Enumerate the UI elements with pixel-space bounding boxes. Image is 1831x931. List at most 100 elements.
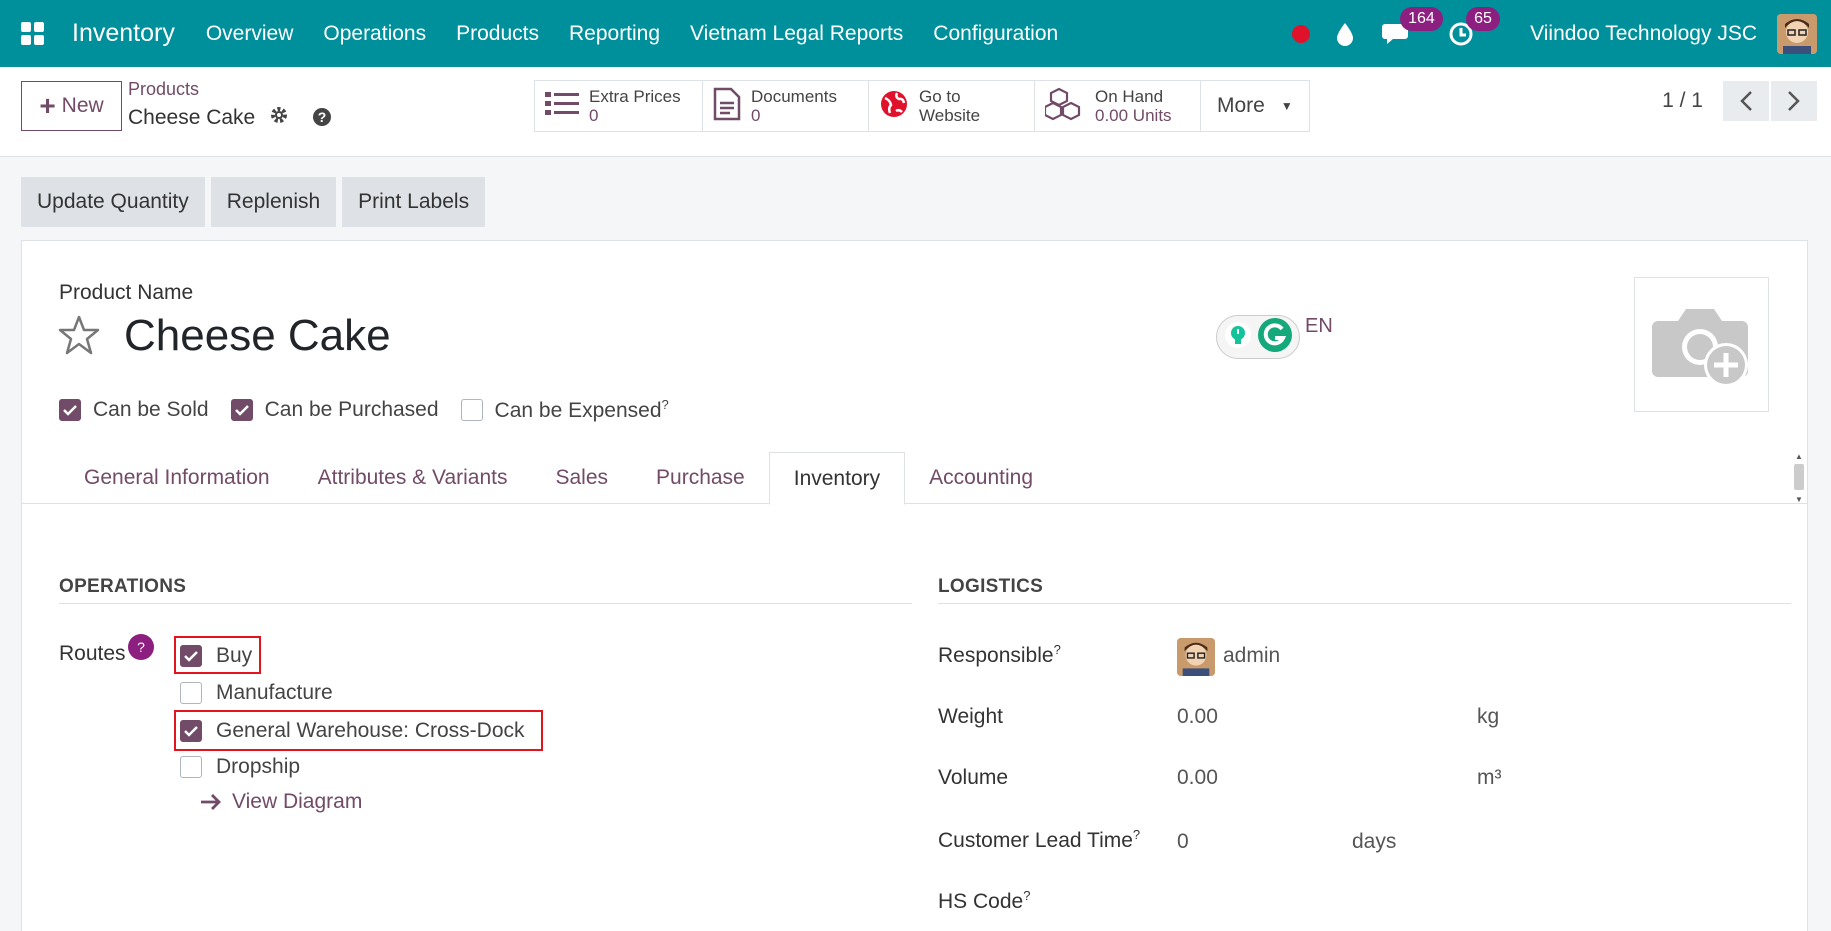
grammarly-widget[interactable] (1216, 315, 1300, 359)
extra-prices-button[interactable]: Extra Prices 0 (535, 81, 703, 131)
messages-icon[interactable]: 164 (1382, 6, 1443, 47)
update-quantity-button[interactable]: Update Quantity (21, 177, 205, 227)
pager-next-button[interactable] (1771, 81, 1817, 121)
view-diagram-link[interactable]: View Diagram (200, 790, 362, 814)
plus-icon: + (39, 90, 56, 121)
cubes-icon (1043, 87, 1085, 126)
product-name-label: Product Name (59, 281, 194, 304)
new-button[interactable]: + New (21, 81, 122, 131)
routes-help-icon[interactable]: ? (128, 634, 154, 660)
activities-icon[interactable]: 65 (1448, 6, 1500, 47)
help-tooltip[interactable]: ? (1054, 642, 1061, 657)
app-name[interactable]: Inventory (72, 19, 175, 48)
grammarly-icon (1257, 317, 1293, 358)
form-action-bar: Update Quantity Replenish Print Labels (21, 177, 486, 227)
help-tooltip[interactable]: ? (1133, 827, 1140, 842)
gear-icon[interactable] (269, 105, 289, 131)
tab-attributes-variants[interactable]: Attributes & Variants (294, 452, 532, 503)
navbar-systray: 164 65 Viindoo Technology JSC (1292, 0, 1831, 67)
menu-vietnam-legal-reports[interactable]: Vietnam Legal Reports (675, 0, 918, 67)
product-name-field[interactable]: Cheese Cake (124, 311, 391, 361)
main-menu: Overview Operations Products Reporting V… (191, 0, 1073, 67)
on-hand-button[interactable]: On Hand 0.00 Units (1035, 81, 1201, 131)
new-button-label: New (61, 94, 104, 117)
svg-text:?: ? (318, 109, 327, 125)
hs-code-label: HS Code? (938, 888, 1031, 913)
logistics-divider (938, 603, 1791, 604)
help-tooltip[interactable]: ? (1023, 888, 1030, 903)
tab-sales[interactable]: Sales (531, 452, 632, 503)
route-manufacture-checkbox[interactable]: Manufacture (180, 681, 333, 705)
control-panel: + New Products Cheese Cake ? Extra Price… (0, 67, 1831, 157)
recording-icon[interactable] (1292, 24, 1311, 43)
check-icon (184, 651, 198, 662)
scroll-down-icon[interactable]: ▼ (1795, 495, 1803, 504)
tab-purchase[interactable]: Purchase (632, 452, 769, 503)
chevron-left-icon (1740, 91, 1752, 111)
customer-lead-time-label: Customer Lead Time? (938, 827, 1141, 852)
documents-button[interactable]: Documents 0 (703, 81, 869, 131)
lightbulb-icon (1224, 321, 1252, 354)
globe-icon (879, 89, 909, 124)
chevron-right-icon (1788, 91, 1800, 111)
star-icon[interactable] (58, 315, 100, 360)
help-tooltip[interactable]: ? (662, 397, 669, 412)
operations-section-title: OPERATIONS (59, 576, 187, 597)
check-icon (234, 405, 249, 416)
breadcrumb-current: Cheese Cake (128, 105, 289, 131)
breadcrumb-current-label: Cheese Cake (128, 106, 256, 129)
help-icon[interactable]: ? (312, 107, 332, 132)
form-tabs: General Information Attributes & Variant… (22, 452, 1807, 505)
print-labels-button[interactable]: Print Labels (342, 177, 486, 227)
responsible-field[interactable]: admin (1223, 644, 1280, 668)
list-icon (545, 90, 579, 123)
company-switcher[interactable]: Viindoo Technology JSC (1530, 22, 1757, 46)
pager-previous-button[interactable] (1723, 81, 1769, 121)
menu-operations[interactable]: Operations (308, 0, 441, 67)
arrow-right-icon (201, 794, 221, 810)
customer-lead-time-field[interactable]: 0 (1177, 830, 1189, 854)
can-be-expensed-checkbox[interactable]: Can be Expensed? (460, 397, 669, 423)
route-cross-dock-checkbox[interactable]: General Warehouse: Cross-Dock (180, 719, 525, 743)
go-to-website-button[interactable]: Go to Website (869, 81, 1035, 131)
check-icon (63, 405, 77, 416)
form-sheet: Product Name Cheese Cake EN Can be Sold … (21, 240, 1808, 931)
volume-unit: m³ (1477, 766, 1502, 789)
customer-lead-time-unit: days (1352, 830, 1397, 853)
user-avatar[interactable] (1777, 13, 1817, 54)
route-dropship-checkbox[interactable]: Dropship (180, 755, 300, 779)
routes-label: Routes (59, 642, 126, 665)
route-buy-checkbox[interactable]: Buy (180, 644, 252, 668)
breadcrumb-products[interactable]: Products (128, 79, 199, 100)
menu-configuration[interactable]: Configuration (918, 0, 1073, 67)
can-be-sold-checkbox[interactable]: Can be Sold (59, 398, 209, 422)
activities-count-badge: 65 (1466, 6, 1500, 31)
menu-overview[interactable]: Overview (191, 0, 309, 67)
volume-label: Volume (938, 766, 1009, 789)
can-be-purchased-checkbox[interactable]: Can be Purchased (230, 398, 439, 422)
tab-accounting[interactable]: Accounting (905, 452, 1057, 503)
responsible-avatar (1177, 638, 1215, 676)
scroll-up-icon[interactable]: ▲ (1795, 452, 1803, 461)
tab-inventory[interactable]: Inventory (768, 452, 906, 505)
responsible-label: Responsible? (938, 642, 1061, 667)
logistics-section-title: LOGISTICS (938, 576, 1044, 597)
volume-field[interactable]: 0.00 (1177, 766, 1218, 790)
messages-count-badge: 164 (1400, 6, 1443, 31)
menu-products[interactable]: Products (441, 0, 554, 67)
operations-divider (59, 603, 912, 604)
pager-value[interactable]: 1 / 1 (1662, 89, 1703, 113)
product-image-upload[interactable] (1634, 277, 1769, 412)
drop-icon[interactable] (1336, 22, 1354, 46)
product-flags: Can be Sold Can be Purchased Can be Expe… (59, 397, 691, 423)
weight-field[interactable]: 0.00 (1177, 705, 1218, 729)
app-switcher-icon[interactable] (0, 0, 64, 67)
language-button[interactable]: EN (1305, 315, 1333, 338)
menu-reporting[interactable]: Reporting (554, 0, 675, 67)
tabs-scrollbar[interactable]: ▲ ▼ (1793, 452, 1805, 504)
more-button[interactable]: More ▼ (1201, 81, 1309, 131)
weight-unit: kg (1477, 705, 1500, 728)
tab-general-information[interactable]: General Information (60, 452, 294, 503)
replenish-button[interactable]: Replenish (210, 177, 337, 227)
smart-buttons: Extra Prices 0 Documents 0 Go to Website On… (534, 80, 1310, 132)
